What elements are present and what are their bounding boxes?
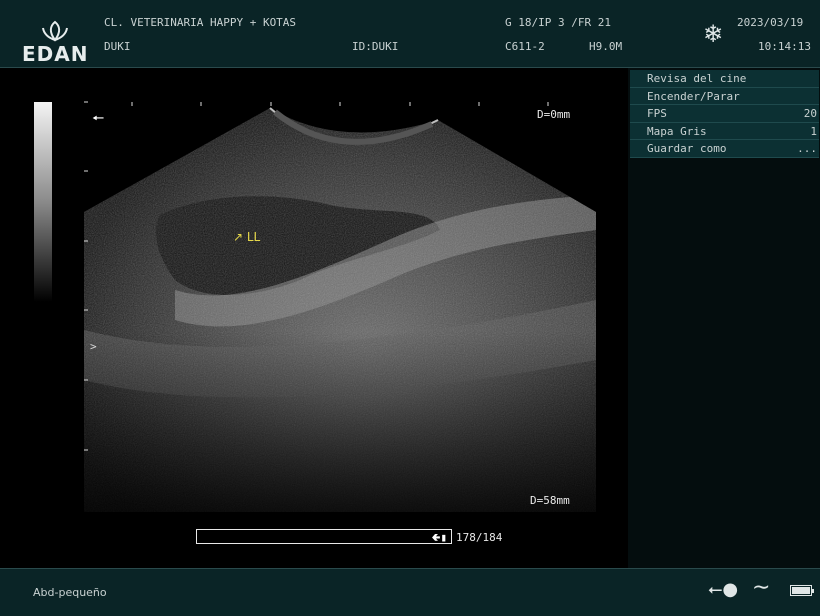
menu-item-gray-map[interactable]: Mapa Gris 1 (630, 122, 819, 140)
footer-bar: Abd-pequeño ⭠● ∼ (0, 568, 820, 616)
wave-icon: ∼ (752, 575, 771, 600)
cine-menu: Revisa del cine Encender/Parar FPS 20 Ma… (630, 70, 819, 158)
focus-marker: > (90, 340, 97, 353)
exam-time: 10:14:13 (758, 40, 811, 53)
usb-icon: ⭠● (708, 579, 739, 600)
menu-item-value: 20 (803, 107, 817, 120)
battery-icon (790, 585, 814, 596)
menu-item-label: FPS (647, 107, 667, 120)
menu-item-label: Guardar como (647, 142, 727, 155)
left-arrow-icon[interactable]: 🠔 (92, 108, 104, 132)
depth-bottom-label: D=58mm (530, 494, 570, 507)
cine-cursor-icon[interactable]: 🢀▮ (431, 529, 447, 548)
exam-preset[interactable]: Abd-pequeño (33, 586, 107, 599)
annotation-label[interactable]: ↗ LL (233, 230, 260, 244)
menu-item-label: Encender/Parar (647, 89, 740, 103)
menu-item-label: Revisa del cine (647, 72, 747, 85)
menu-item-label: Mapa Gris (647, 124, 707, 138)
cine-frame-counter: 178/184 (456, 531, 503, 544)
ultrasound-sector (84, 101, 596, 512)
menu-item-save-as[interactable]: Guardar como ... (630, 140, 819, 158)
cine-progress-bar[interactable]: 🢀▮ (196, 529, 452, 544)
exam-date: 2023/03/19 (737, 16, 804, 29)
menu-item-start-stop[interactable]: Encender/Parar (630, 87, 819, 105)
menu-item-value: ... (797, 142, 817, 155)
snowflake-icon[interactable]: ❄ (703, 20, 723, 48)
menu-item-cine-review[interactable]: Revisa del cine (630, 70, 819, 88)
menu-item-fps[interactable]: FPS 20 (630, 105, 819, 123)
depth-top-label: D=0mm (537, 108, 571, 121)
menu-item-value: 1 (810, 124, 817, 138)
